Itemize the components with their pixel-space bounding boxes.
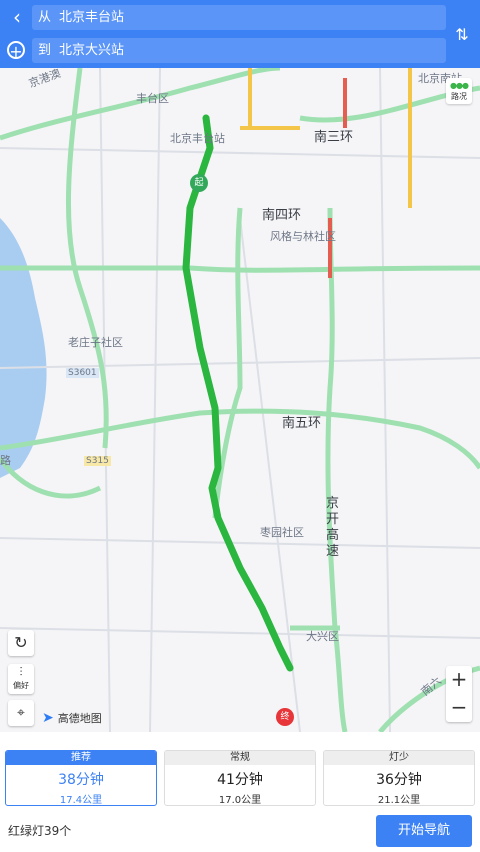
route-time: 38分钟: [58, 772, 104, 788]
end-marker: 终: [276, 708, 294, 726]
map-view[interactable]: 丰台区 北京丰台站 风格与林社区 老庄子社区 枣园社区 大兴区 北京南站 京港澳…: [0, 68, 480, 732]
locate-icon[interactable]: ⌖: [8, 700, 34, 726]
route-time: 36分钟: [376, 772, 422, 788]
refresh-icon[interactable]: ↻: [8, 630, 34, 656]
label-laozhuangzi: 老庄子社区: [68, 336, 123, 349]
destination-prefix: 到: [38, 43, 52, 58]
prefer-button[interactable]: ⫶ 偏好: [8, 664, 34, 694]
label-s3601: S3601: [66, 368, 99, 378]
traffic-label: 路况: [451, 92, 467, 101]
label-daxing: 大兴区: [306, 630, 339, 643]
traffic-yellow: [240, 68, 300, 130]
zoom-out-button[interactable]: −: [446, 694, 472, 722]
road-nansihuan: 南四环: [262, 208, 302, 223]
label-fengtai-district: 丰台区: [136, 92, 169, 105]
route-tag: 推荐: [6, 751, 156, 765]
route-tag: 常规: [165, 751, 315, 765]
route-distance: 17.4公里: [59, 795, 103, 806]
route-header: ‹ + 从北京丰台站 到北京大兴站 ⇅: [0, 0, 480, 68]
traffic-icon: ●●●: [450, 81, 469, 90]
road-nansanhuan: 南三环: [314, 130, 354, 145]
route-distance: 17.0公里: [218, 795, 262, 806]
road-jingkai: 京开高速: [326, 496, 340, 559]
origin-prefix: 从: [38, 10, 52, 25]
start-marker: 起: [190, 174, 208, 192]
label-fenggeyulin: 风格与林社区: [270, 230, 336, 243]
route-panel: 推荐 38分钟 17.4公里 常规 41分钟 17.0公里 灯少 36分钟 21…: [0, 732, 480, 852]
label-zaoyuan: 枣园社区: [260, 526, 304, 539]
route-distance: 21.1公里: [377, 795, 421, 806]
label-lu: 路: [0, 454, 11, 467]
start-navigation-button[interactable]: 开始导航: [376, 815, 472, 847]
traffic-light-count: 红绿灯39个: [8, 824, 72, 838]
zoom-control: + −: [446, 666, 472, 722]
route-card-recommended[interactable]: 推荐 38分钟 17.4公里: [5, 750, 157, 806]
origin-field[interactable]: 从北京丰台站: [32, 5, 446, 30]
add-waypoint-icon[interactable]: +: [7, 41, 25, 60]
amap-logo-icon: ➤: [42, 710, 54, 726]
zoom-in-button[interactable]: +: [446, 666, 472, 694]
label-s315: S315: [84, 456, 111, 466]
destination-value: 北京大兴站: [59, 43, 125, 58]
road-nanwuhuan: 南五环: [282, 416, 322, 431]
label-fengtai-station: 北京丰台站: [170, 132, 225, 145]
amap-logo-text: 高德地图: [57, 712, 102, 725]
amap-logo: ➤ 高德地图: [42, 710, 102, 726]
map-canvas: [0, 68, 480, 732]
destination-field[interactable]: 到北京大兴站: [32, 38, 446, 63]
origin-value: 北京丰台站: [59, 10, 125, 25]
route-card-fewer-lights[interactable]: 灯少 36分钟 21.1公里: [323, 750, 475, 806]
prefer-label: 偏好: [13, 681, 29, 690]
route-time: 41分钟: [217, 772, 263, 788]
swap-icon[interactable]: ⇅: [452, 24, 472, 46]
prefer-icon: ⫶: [19, 665, 23, 679]
route-card-regular[interactable]: 常规 41分钟 17.0公里: [164, 750, 316, 806]
lake: [0, 218, 47, 478]
back-icon[interactable]: ‹: [6, 6, 28, 28]
route-tag: 灯少: [324, 751, 474, 765]
traffic-toggle[interactable]: ●●● 路况: [446, 78, 472, 104]
